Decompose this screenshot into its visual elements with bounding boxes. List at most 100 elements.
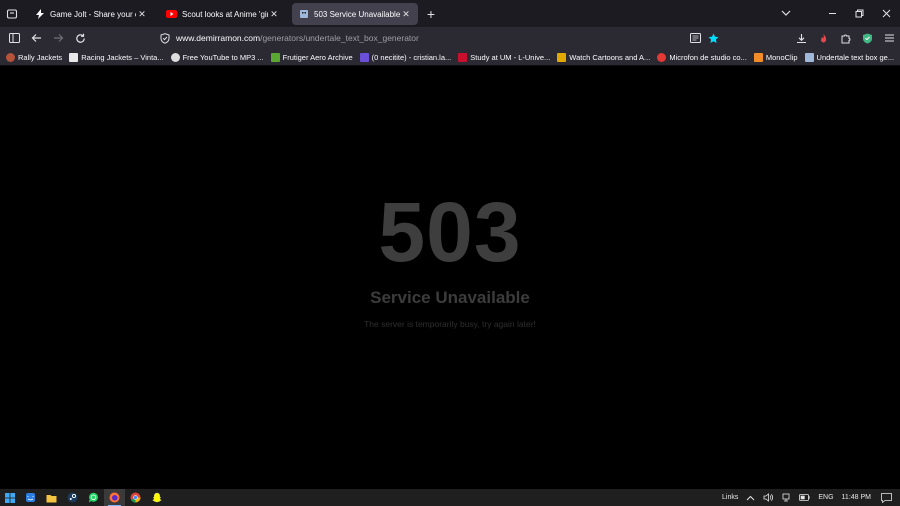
- tab-strip: Game Jolt - Share your creation ✕ Scout …: [0, 0, 900, 27]
- sidebar-icon: [8, 33, 20, 43]
- file-explorer-icon: [46, 494, 57, 502]
- finder-icon: [26, 493, 35, 502]
- new-tab-button[interactable]: +: [420, 3, 442, 25]
- taskbar-snapchat[interactable]: [146, 489, 167, 506]
- arrow-left-icon: [31, 34, 41, 42]
- list-all-tabs-button[interactable]: [777, 4, 795, 22]
- bookmark-favicon: [359, 52, 369, 62]
- bookmark-favicon: [6, 52, 15, 62]
- app-menu-button[interactable]: [878, 27, 900, 49]
- download-icon: [796, 33, 806, 43]
- links-toolbar[interactable]: Links: [718, 489, 742, 506]
- taskbar-file-explorer[interactable]: [41, 489, 62, 506]
- url-host: www.demirramon.com: [176, 33, 261, 43]
- bookmark-study-at-um[interactable]: Study at UM - L-Unive...: [458, 52, 550, 62]
- extension-fire-button[interactable]: [812, 27, 834, 49]
- close-window-button[interactable]: [873, 0, 900, 27]
- system-tray: Links ENG 11:48 PM: [718, 489, 900, 506]
- sidebar-button[interactable]: [3, 27, 25, 49]
- extensions-button[interactable]: [834, 27, 856, 49]
- bookmark-favicon: [804, 52, 814, 62]
- star-icon: [708, 33, 718, 43]
- restore-button[interactable]: [846, 0, 873, 27]
- tab-title: Scout looks at Anime 'girls' on T: [182, 9, 268, 19]
- windows-start-icon: [5, 492, 15, 503]
- bookmark-free-youtube-mp3[interactable]: Free YouTube to MP3 ...: [170, 52, 264, 62]
- youtube-icon: [166, 9, 177, 20]
- show-hidden-icons-button[interactable]: [742, 489, 759, 506]
- bookmark-favicon: [657, 52, 667, 62]
- taskbar-steam[interactable]: [62, 489, 83, 506]
- close-tab-icon[interactable]: ✕: [400, 8, 412, 20]
- steam-icon: [67, 492, 78, 503]
- url-path: /generators/undertale_text_box_generator: [260, 33, 419, 43]
- language-indicator[interactable]: ENG: [814, 489, 837, 506]
- volume-icon: [763, 493, 774, 502]
- toolbar-right: [790, 27, 900, 49]
- network-icon: [782, 493, 790, 502]
- error-code: 503: [378, 185, 522, 279]
- network-button[interactable]: [777, 489, 795, 506]
- taskbar-chrome[interactable]: [125, 489, 146, 506]
- tab-title: Game Jolt - Share your creation: [50, 9, 136, 19]
- bookmarks-toolbar: Rally Jackets Racing Jackets – Vinta... …: [0, 49, 900, 66]
- close-tab-icon[interactable]: ✕: [136, 8, 148, 20]
- firefox-view-icon: [6, 8, 18, 19]
- reader-view-button[interactable]: [686, 29, 704, 47]
- reload-icon: [75, 33, 85, 43]
- bookmark-frutiger-aero[interactable]: Frutiger Aero Archive: [270, 52, 353, 62]
- volume-button[interactable]: [759, 489, 777, 506]
- tracking-protection-icon[interactable]: [157, 30, 173, 46]
- bookmark-watch-cartoons[interactable]: Watch Cartoons and A...: [557, 52, 650, 62]
- tab-youtube-scout[interactable]: Scout looks at Anime 'girls' on T ✕: [160, 3, 286, 25]
- whatsapp-icon: [88, 492, 98, 503]
- puzzle-icon: [841, 34, 850, 43]
- close-tab-icon[interactable]: ✕: [268, 8, 280, 20]
- hamburger-menu-icon: [884, 34, 894, 42]
- address-bar[interactable]: www.demirramon.com/generators/undertale_…: [157, 29, 722, 47]
- error-message: The server is temporarily busy, try agai…: [364, 319, 536, 329]
- bookmark-star-button[interactable]: [704, 29, 722, 47]
- reload-button[interactable]: [69, 27, 91, 49]
- tab-503-service-unavailable[interactable]: 503 Service Unavailable ✕: [292, 3, 418, 25]
- taskbar-firefox[interactable]: [104, 489, 125, 506]
- start-button[interactable]: [0, 489, 20, 506]
- adblock-shield-button[interactable]: [856, 27, 878, 49]
- undertale-icon: [298, 9, 309, 20]
- window-controls: [819, 0, 900, 27]
- notification-icon: [881, 492, 892, 503]
- bookmark-monoclip[interactable]: MonoClip: [753, 52, 798, 62]
- chrome-icon: [130, 492, 141, 503]
- battery-button[interactable]: [795, 489, 814, 506]
- windows-taskbar: Links ENG 11:48 PM: [0, 489, 900, 506]
- reader-view-icon: [689, 33, 701, 43]
- bookmark-racing-jackets[interactable]: Racing Jackets – Vinta...: [69, 52, 164, 62]
- bookmark-favicon: [557, 52, 567, 62]
- snapchat-icon: [151, 492, 162, 503]
- tab-title: 503 Service Unavailable: [314, 9, 400, 19]
- bookmark-favicon: [458, 52, 468, 62]
- adblock-shield-icon: [862, 33, 872, 43]
- downloads-button[interactable]: [790, 27, 812, 49]
- back-button[interactable]: [25, 27, 47, 49]
- taskbar-finder-app[interactable]: [20, 489, 41, 506]
- firefox-icon: [109, 492, 120, 503]
- arrow-right-icon: [53, 34, 63, 42]
- battery-icon: [799, 494, 810, 501]
- bookmark-favicon: [170, 52, 180, 62]
- bookmark-favicon: [270, 52, 280, 62]
- clock[interactable]: 11:48 PM: [838, 489, 875, 506]
- error-title: Service Unavailable: [370, 288, 530, 307]
- forward-button[interactable]: [47, 27, 69, 49]
- notifications-button[interactable]: [875, 489, 900, 506]
- tab-game-jolt[interactable]: Game Jolt - Share your creation ✕: [28, 3, 154, 25]
- minimize-button[interactable]: [819, 0, 846, 27]
- bookmark-rally-jackets[interactable]: Rally Jackets: [6, 52, 62, 62]
- bookmark-cristian[interactable]: (0 necitite) - cristian.la...: [359, 52, 451, 62]
- bookmark-undertale-text-box[interactable]: Undertale text box ge...: [804, 52, 894, 62]
- firefox-view-button[interactable]: [0, 0, 24, 27]
- chevron-down-icon: [781, 10, 791, 16]
- taskbar-whatsapp[interactable]: [83, 489, 104, 506]
- bookmark-microfon[interactable]: Microfon de studio co...: [657, 52, 747, 62]
- bookmark-favicon: [69, 52, 79, 62]
